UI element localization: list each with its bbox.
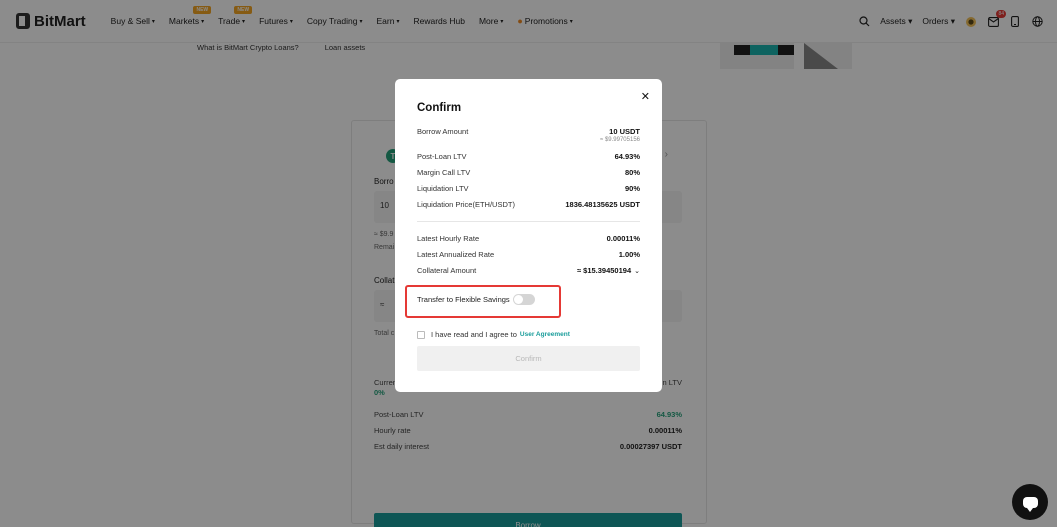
margin-call-ltv-label: Margin Call LTV <box>417 168 471 177</box>
hourly-rate-row: Latest Hourly Rate 0.00011% <box>417 234 640 243</box>
collateral-amount-label: Collateral Amount <box>417 266 477 275</box>
annualized-rate-row: Latest Annualized Rate 1.00% <box>417 250 640 259</box>
toggle-knob <box>514 295 523 304</box>
hourly-rate-label: Latest Hourly Rate <box>417 234 480 243</box>
divider <box>417 221 640 222</box>
annualized-rate-label: Latest Annualized Rate <box>417 250 495 259</box>
dialog-title: Confirm <box>417 102 462 114</box>
chat-bubble-icon <box>1022 496 1038 512</box>
liquidation-ltv-row: Liquidation LTV 90% <box>417 184 640 193</box>
confirm-button[interactable]: Confirm <box>417 346 640 371</box>
collateral-amount-value: ≈ $15.39450194 <box>576 266 632 275</box>
support-chat-button[interactable] <box>1012 484 1048 520</box>
post-loan-ltv-value: 64.93% <box>614 152 640 161</box>
margin-call-ltv-row: Margin Call LTV 80% <box>417 168 640 177</box>
transfer-savings-label: Transfer to Flexible Savings <box>417 295 510 304</box>
liquidation-ltv-value: 90% <box>624 184 640 193</box>
close-icon[interactable]: ✕ <box>641 90 650 103</box>
borrow-amount-approx: ≈ $9.99705156 <box>600 137 640 143</box>
agree-text: I have read and I agree to <box>431 330 517 339</box>
collateral-amount-row: Collateral Amount ≈ $15.39450194 ⌄ <box>417 266 640 275</box>
agree-checkbox[interactable] <box>417 330 425 339</box>
hourly-rate-value: 0.00011% <box>606 234 640 243</box>
borrow-amount-label: Borrow Amount <box>417 127 469 136</box>
post-loan-ltv-label: Post-Loan LTV <box>417 152 467 161</box>
liquidation-price-value: 1836.48135625 USDT <box>565 200 640 209</box>
annualized-rate-value: 1.00% <box>618 250 640 259</box>
liquidation-price-row: Liquidation Price(ETH/USDT) 1836.4813562… <box>417 200 640 209</box>
collateral-amount-expander[interactable]: ≈ $15.39450194 ⌄ <box>577 266 640 275</box>
user-agreement-link[interactable]: User Agreement <box>520 331 570 338</box>
transfer-savings-toggle[interactable] <box>513 294 535 305</box>
borrow-amount-value: 10 USDT <box>609 127 640 136</box>
liquidation-ltv-label: Liquidation LTV <box>417 184 469 193</box>
borrow-amount-row: Borrow Amount 10 USDT <box>417 127 640 136</box>
confirm-dialog: Confirm ✕ Borrow Amount 10 USDT ≈ $9.997… <box>395 79 662 392</box>
liquidation-price-label: Liquidation Price(ETH/USDT) <box>417 200 515 209</box>
chevron-down-icon: ⌄ <box>634 268 640 275</box>
agreement-row: I have read and I agree to User Agreemen… <box>417 330 570 339</box>
post-loan-ltv-row: Post-Loan LTV 64.93% <box>417 152 640 161</box>
margin-call-ltv-value: 80% <box>624 168 640 177</box>
